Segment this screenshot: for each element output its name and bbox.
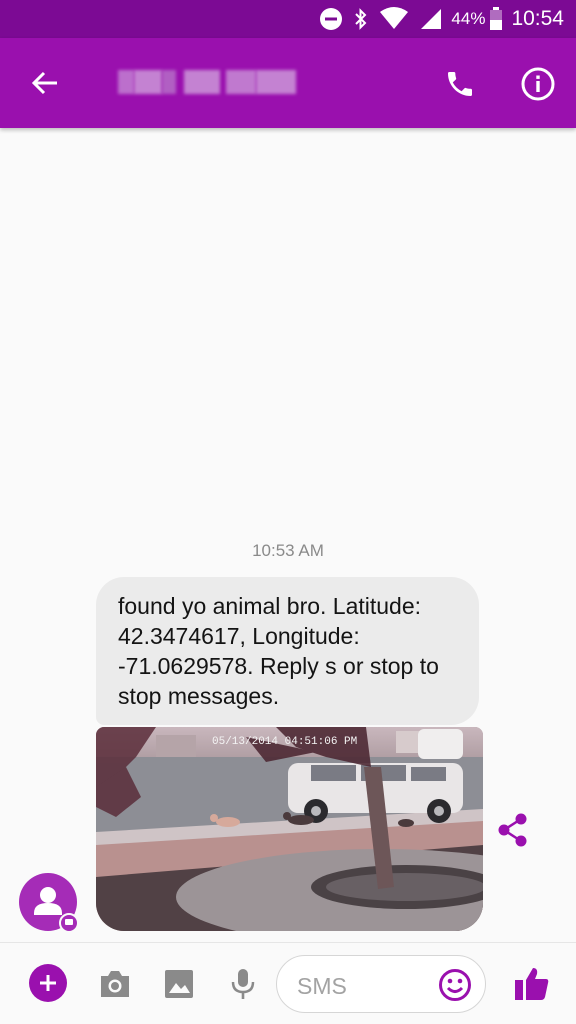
- message-photo[interactable]: 05/13/2014 04:51:06 PM: [96, 727, 483, 931]
- thumbs-up-icon[interactable]: [510, 963, 554, 1005]
- photo-timestamp-caption: 05/13/2014 04:51:06 PM: [212, 736, 357, 748]
- add-icon[interactable]: [29, 964, 67, 1002]
- wifi-icon: [379, 7, 409, 31]
- sms-input[interactable]: [295, 969, 439, 1003]
- microphone-icon[interactable]: [224, 965, 262, 1003]
- message-timestamp: 10:53 AM: [252, 541, 324, 560]
- camera-icon[interactable]: [96, 965, 134, 1003]
- messenger-screen: 44% 10:54 10:53 AM found yo animal bro.: [0, 0, 576, 1024]
- message-bubble[interactable]: found yo animal bro. Latitude: 42.347461…: [96, 577, 479, 725]
- contact-name-redacted: [118, 68, 296, 96]
- status-clock: 10:54: [511, 7, 564, 30]
- status-bar: 44% 10:54: [0, 0, 576, 38]
- image-icon[interactable]: [160, 965, 198, 1003]
- app-bar: [0, 38, 576, 128]
- cell-signal-icon: [419, 7, 443, 31]
- message-composer: [0, 942, 576, 1024]
- bluetooth-icon: [353, 7, 369, 31]
- back-arrow-icon[interactable]: [22, 60, 68, 106]
- battery-percentage: 44%: [451, 9, 486, 28]
- sms-badge-icon: [59, 913, 79, 933]
- battery-icon: [489, 7, 503, 31]
- contact-avatar[interactable]: [19, 873, 79, 933]
- emoji-icon[interactable]: [437, 967, 473, 1003]
- do-not-disturb-icon: [319, 7, 343, 31]
- phone-icon[interactable]: [436, 60, 484, 108]
- info-icon[interactable]: [514, 60, 562, 108]
- sms-input-container: [276, 955, 486, 1013]
- share-icon[interactable]: [494, 810, 532, 850]
